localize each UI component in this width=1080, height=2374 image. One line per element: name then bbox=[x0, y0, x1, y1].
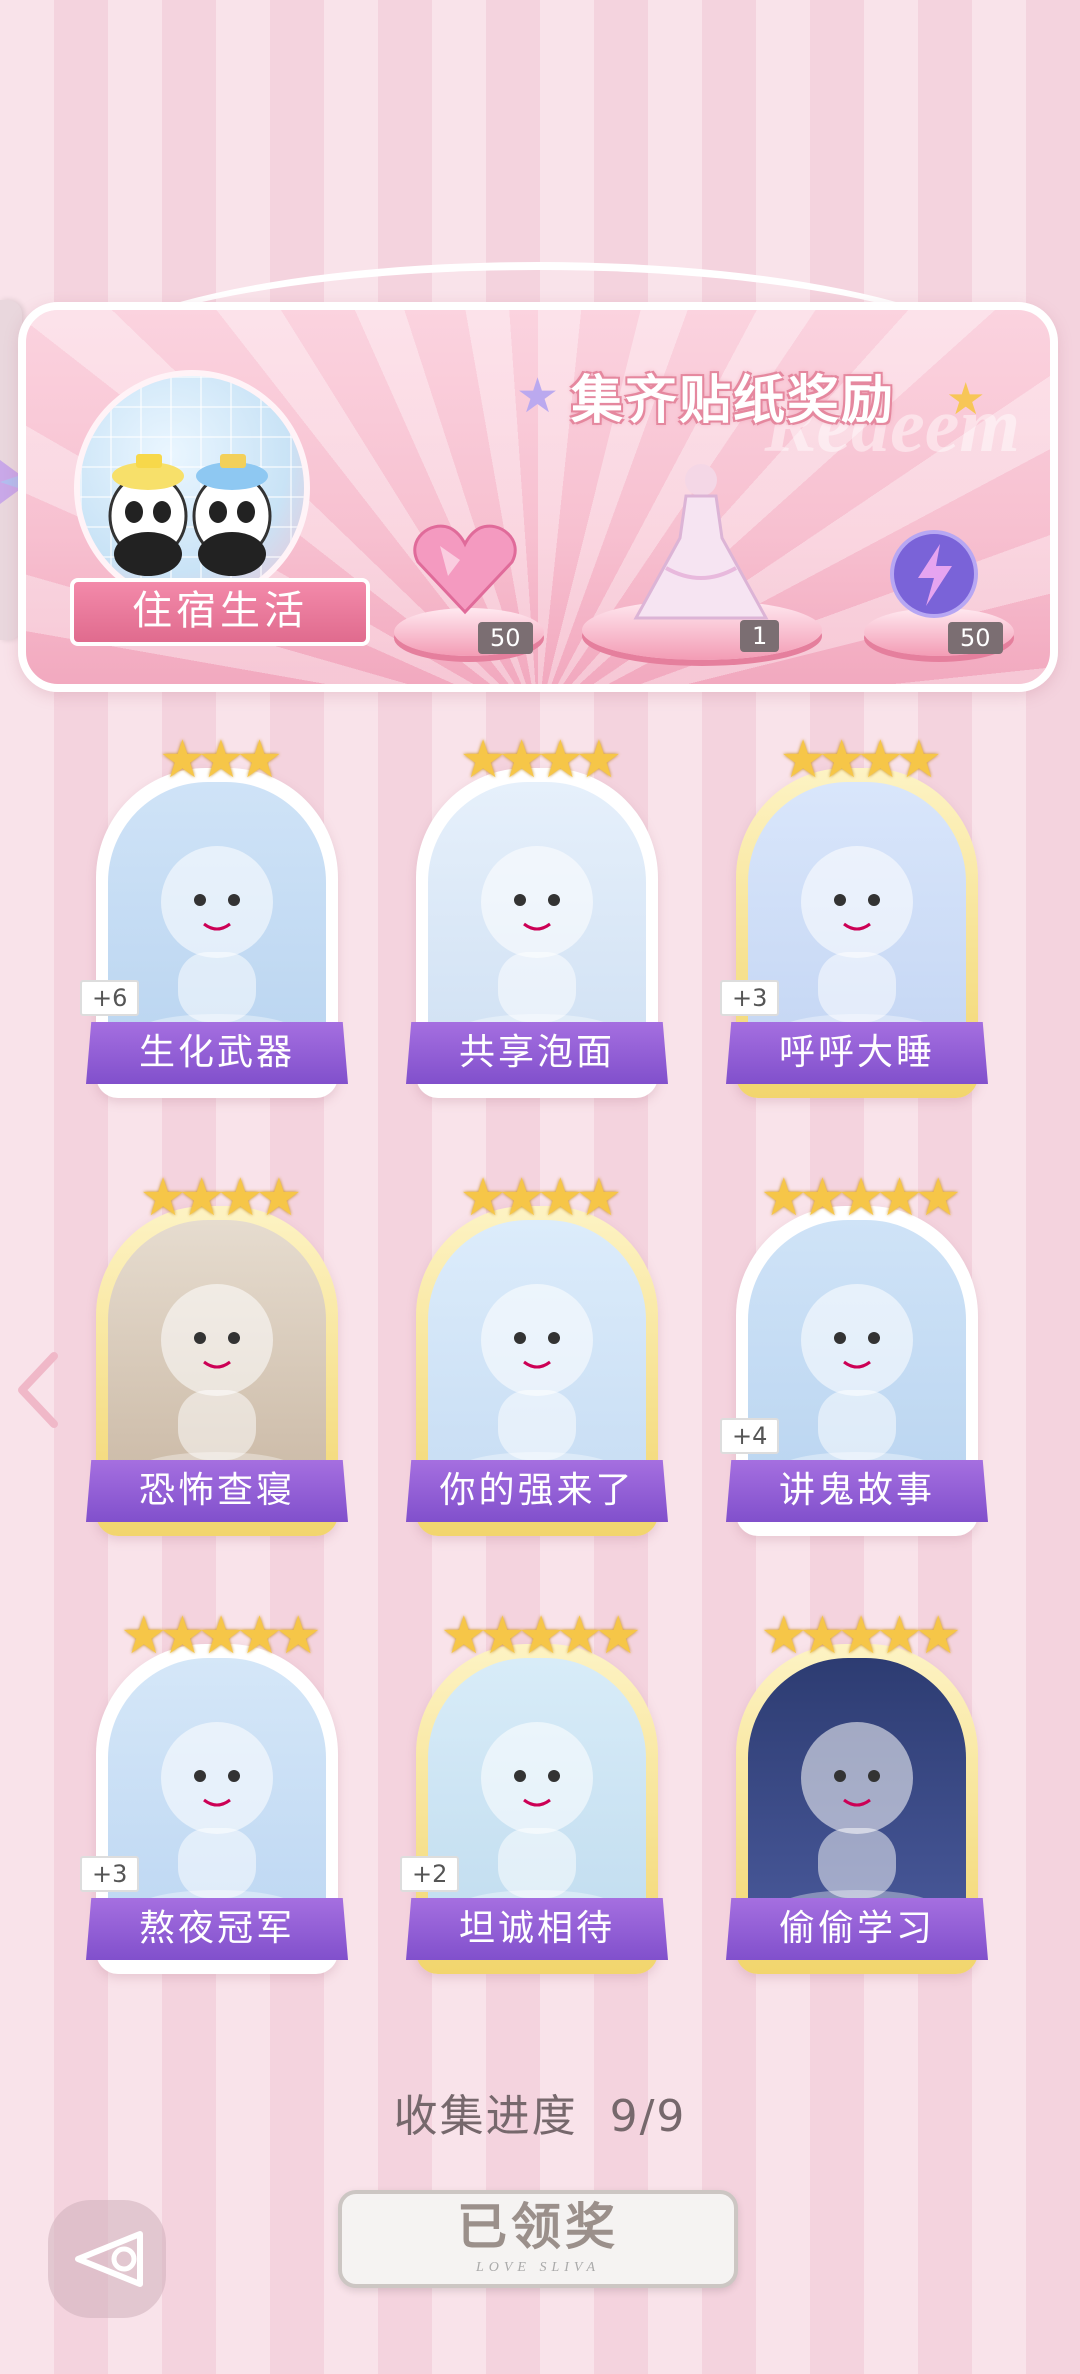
sticker-label: 生化武器 bbox=[86, 1022, 348, 1084]
bonus-badge: +3 bbox=[720, 980, 780, 1016]
sticker-label: 坦诚相待 bbox=[406, 1898, 668, 1960]
theme-illustration bbox=[74, 370, 310, 606]
back-button[interactable] bbox=[48, 2200, 166, 2318]
lightning-orb-icon bbox=[890, 530, 978, 618]
star-rating: ★★★★★ bbox=[440, 1606, 641, 1666]
star-rating: ★★★ bbox=[159, 730, 283, 790]
reward-count: 50 bbox=[948, 622, 1003, 654]
star-rating: ★★★★ bbox=[779, 730, 942, 790]
claimed-label: 已领奖 bbox=[457, 2198, 619, 2256]
sticker-card[interactable]: ★★★★ 你的强来了 bbox=[406, 1168, 668, 1540]
bonus-badge: +2 bbox=[400, 1856, 460, 1892]
gold-star-icon: ★ bbox=[946, 374, 986, 425]
claimed-sub-label: LOVE SLIVA bbox=[475, 2260, 600, 2275]
sticker-card[interactable]: ★★★★★ 偷偷学习 bbox=[726, 1606, 988, 1978]
theme-label-ribbon: 住宿生活 bbox=[70, 578, 370, 646]
reward-count: 1 bbox=[740, 620, 780, 652]
star-rating: ★★★★ bbox=[459, 730, 622, 790]
sticker-card[interactable]: ★★★★ 共享泡面 bbox=[406, 730, 668, 1102]
bonus-badge: +6 bbox=[80, 980, 140, 1016]
sticker-card[interactable]: ★★★★★ +4 讲鬼故事 bbox=[720, 1168, 988, 1540]
star-rating: ★★★★★ bbox=[760, 1606, 961, 1666]
sticker-card[interactable]: ★★★★ 恐怖查寝 bbox=[86, 1168, 348, 1540]
bonus-badge: +4 bbox=[720, 1418, 780, 1454]
star-rating: ★★★★★ bbox=[760, 1168, 961, 1228]
sticker-card[interactable]: ★★★★★ +3 熬夜冠军 bbox=[80, 1606, 348, 1978]
sticker-label: 共享泡面 bbox=[406, 1022, 668, 1084]
banner-title: 集齐贴纸奖励 bbox=[571, 371, 896, 431]
sticker-label: 恐怖查寝 bbox=[86, 1460, 348, 1522]
sticker-label: 呼呼大睡 bbox=[726, 1022, 988, 1084]
previous-page-arrow[interactable] bbox=[14, 1350, 60, 1430]
claimed-button[interactable]: 已领奖 LOVE SLIVA bbox=[338, 2190, 738, 2288]
sticker-card[interactable]: ★★★ +6 生化武器 bbox=[80, 730, 348, 1102]
progress-value: 9/9 bbox=[609, 2091, 687, 2142]
heart-gem-icon bbox=[413, 524, 517, 615]
star-rating: ★★★★ bbox=[139, 1168, 302, 1228]
star-rating: ★★★★★ bbox=[120, 1606, 321, 1666]
sticker-reward-banner: Redeem ★ 集齐贴纸奖励 ★ 住宿生活 50 1 50 bbox=[18, 262, 1058, 692]
progress-label: 收集进度 bbox=[393, 2091, 578, 2142]
dress-outfit-icon bbox=[633, 464, 769, 620]
sticker-card[interactable]: ★★★★ +3 呼呼大睡 bbox=[720, 730, 988, 1102]
panda-icon bbox=[192, 454, 272, 576]
sticker-label: 讲鬼故事 bbox=[726, 1460, 988, 1522]
sticker-label: 你的强来了 bbox=[406, 1460, 668, 1522]
sticker-card[interactable]: ★★★★★ +2 坦诚相待 bbox=[400, 1606, 668, 1978]
star-rating: ★★★★ bbox=[459, 1168, 622, 1228]
sticker-label: 偷偷学习 bbox=[726, 1898, 988, 1960]
reward-count: 50 bbox=[478, 622, 533, 654]
collection-progress: 收集进度 9/9 bbox=[0, 2080, 1080, 2144]
sticker-label: 熬夜冠军 bbox=[86, 1898, 348, 1960]
purple-star-icon: ★ bbox=[516, 368, 560, 424]
bonus-badge: +3 bbox=[80, 1856, 140, 1892]
back-arrow-icon bbox=[75, 2231, 143, 2287]
panda-icon bbox=[108, 454, 188, 576]
